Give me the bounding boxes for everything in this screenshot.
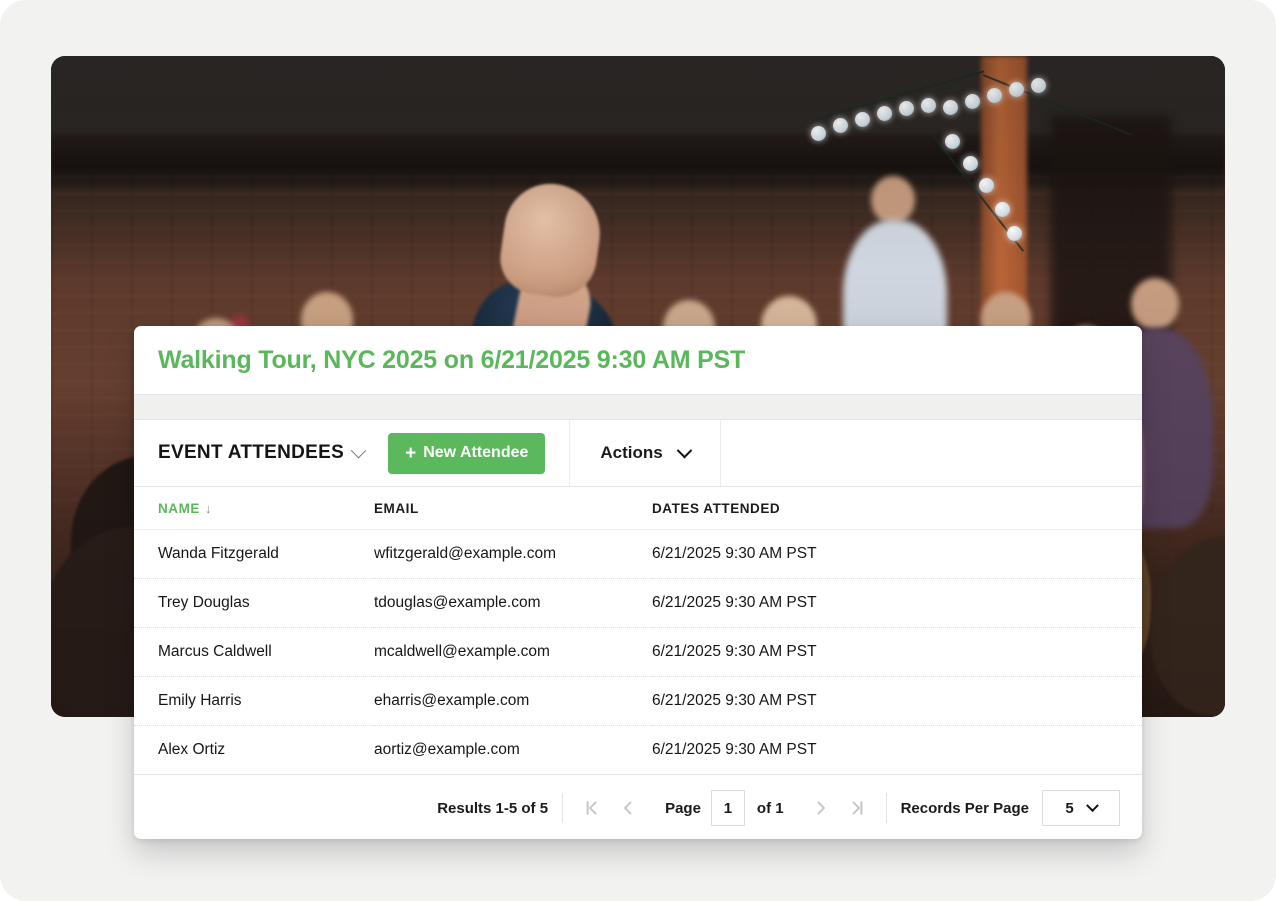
list-view-name: EVENT ATTENDEES [158,442,345,463]
cell-name: Emily Harris [134,676,374,726]
cell-dates: 6/21/2025 9:30 AM PST [652,627,1142,677]
cell-dates: 6/21/2025 9:30 AM PST [652,578,1142,628]
page-nav-group [577,792,643,824]
previous-page-icon[interactable] [613,792,643,824]
cell-name: Wanda Fitzgerald [134,529,374,579]
list-selector[interactable]: EVENT ATTENDEES [134,420,388,486]
new-attendee-label: New Attendee [423,444,529,461]
attendees-table: NAME ↓ EMAIL DATES ATTENDED Wanda Fitzger… [134,487,1142,774]
records-per-page-value: 5 [1065,799,1074,817]
sort-descending-icon: ↓ [204,501,213,516]
cell-email: eharris@example.com [374,676,652,726]
new-attendee-button[interactable]: + New Attendee [388,432,546,474]
total-pages-label: of 1 [756,799,784,817]
plus-icon: + [405,442,417,464]
cell-email: wfitzgerald@example.com [374,529,652,579]
page-label: Page [665,799,701,817]
table-row[interactable]: Wanda Fitzgerald wfitzgerald@example.com… [134,529,1142,579]
page-title: Walking Tour, NYC 2025 on 6/21/2025 9:30… [158,345,746,374]
table-header-row: NAME ↓ EMAIL DATES ATTENDED [134,487,1142,530]
cell-name: Alex Ortiz [158,741,226,758]
chevron-down-icon [676,442,693,458]
next-page-icon[interactable] [806,792,836,824]
column-header-name[interactable]: NAME ↓ [134,487,374,530]
page-number-input[interactable] [710,790,745,826]
records-per-page-label: Records Per Page [900,799,1029,817]
card-header: Walking Tour, NYC 2025 on 6/21/2025 9:30… [134,326,1142,394]
cell-name: Trey Douglas [134,578,374,628]
cell-email: aortiz@example.com [374,741,520,758]
chevron-down-icon [350,442,367,458]
actions-dropdown[interactable]: Actions [569,420,721,486]
results-count: Results 1-5 of 5 [437,799,549,817]
column-header-email[interactable]: EMAIL [374,487,652,530]
first-page-icon[interactable] [577,792,607,824]
page-surface: Walking Tour, NYC 2025 on 6/21/2025 9:30… [0,0,1276,901]
chevron-down-icon [1085,798,1099,812]
list-toolbar: EVENT ATTENDEES + New Attendee Actions [134,420,1142,487]
page-nav-group-forward [806,792,872,824]
actions-label: Actions [600,443,663,462]
table-row[interactable]: Trey Douglas tdouglas@example.com 6/21/2… [134,578,1142,628]
footer-divider [562,793,564,823]
toolbar-empty-space [721,420,1142,486]
records-per-page-select[interactable]: 5 [1042,790,1120,826]
event-attendees-card: Walking Tour, NYC 2025 on 6/21/2025 9:30… [134,326,1142,839]
footer-divider-2 [885,793,887,823]
table-row[interactable]: Marcus Caldwell mcaldwell@example.com 6/… [134,627,1142,677]
column-header-dates-attended[interactable]: DATES ATTENDED [652,487,1142,530]
cell-dates: 6/21/2025 9:30 AM PST [652,741,817,758]
pagination-footer: Results 1-5 of 5 Page of 1 [134,775,1142,839]
cell-dates: 6/21/2025 9:30 AM PST [652,676,1142,726]
cell-email: mcaldwell@example.com [374,627,652,677]
table-row[interactable]: Alex Ortiz aortiz@example.com 6/21/2025 … [134,726,1142,775]
last-page-icon[interactable] [842,792,872,824]
cell-dates: 6/21/2025 9:30 AM PST [652,529,1142,579]
cell-email: tdouglas@example.com [374,578,652,628]
table-row[interactable]: Emily Harris eharris@example.com 6/21/20… [134,676,1142,726]
cell-name: Marcus Caldwell [134,627,374,677]
header-divider-band [134,394,1142,420]
